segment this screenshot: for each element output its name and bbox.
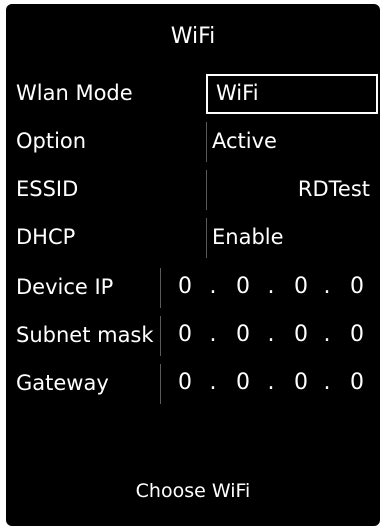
- ip-octet[interactable]: 0: [174, 274, 196, 299]
- gateway-row: Gateway 0 . 0 . 0 . 0: [6, 364, 380, 404]
- ip-octet[interactable]: 0: [232, 322, 254, 347]
- essid-value[interactable]: RDTest: [298, 177, 370, 201]
- wlan-mode-row: Wlan Mode WiFi: [6, 74, 380, 114]
- wlan-mode-value: WiFi: [216, 81, 259, 105]
- wlan-mode-label: Wlan Mode: [16, 81, 133, 105]
- subnet-mask-row: Subnet mask 0 . 0 . 0 . 0: [6, 316, 380, 356]
- option-value[interactable]: Active: [212, 129, 277, 153]
- ip-octet[interactable]: 0: [290, 274, 312, 299]
- divider: [160, 316, 161, 356]
- ip-dot: .: [209, 322, 217, 347]
- ip-octet[interactable]: 0: [346, 370, 368, 395]
- dhcp-row: DHCP Enable: [6, 218, 380, 258]
- option-label: Option: [16, 129, 87, 153]
- ip-dot: .: [267, 370, 275, 395]
- ip-octet[interactable]: 0: [174, 322, 196, 347]
- ip-dot: .: [209, 274, 217, 299]
- ip-dot: .: [323, 274, 331, 299]
- ip-dot: .: [267, 322, 275, 347]
- ip-octet[interactable]: 0: [346, 322, 368, 347]
- gateway-input[interactable]: 0 . 0 . 0 . 0: [166, 370, 376, 400]
- ip-octet[interactable]: 0: [290, 370, 312, 395]
- ip-octet[interactable]: 0: [232, 370, 254, 395]
- dhcp-value[interactable]: Enable: [212, 225, 284, 249]
- divider: [206, 218, 207, 258]
- dhcp-label: DHCP: [16, 225, 76, 249]
- divider: [206, 122, 207, 162]
- gateway-label: Gateway: [16, 371, 109, 395]
- ip-octet[interactable]: 0: [174, 370, 196, 395]
- divider: [160, 268, 161, 308]
- option-row: Option Active: [6, 122, 380, 162]
- ip-octet[interactable]: 0: [232, 274, 254, 299]
- page-title: WiFi: [170, 24, 216, 49]
- ip-dot: .: [209, 370, 217, 395]
- subnet-mask-input[interactable]: 0 . 0 . 0 . 0: [166, 322, 376, 352]
- ip-octet[interactable]: 0: [346, 274, 368, 299]
- choose-wifi-button[interactable]: Choose WiFi: [6, 480, 380, 502]
- divider: [160, 364, 161, 404]
- subnet-mask-label: Subnet mask: [16, 323, 154, 347]
- essid-label: ESSID: [16, 177, 79, 201]
- ip-dot: .: [267, 274, 275, 299]
- ip-dot: .: [323, 370, 331, 395]
- device-ip-label: Device IP: [16, 275, 114, 299]
- essid-row: ESSID RDTest: [6, 170, 380, 210]
- ip-octet[interactable]: 0: [290, 322, 312, 347]
- ip-dot: .: [323, 322, 331, 347]
- wlan-mode-select[interactable]: WiFi: [206, 74, 378, 114]
- wifi-settings-screen: WiFi Wlan Mode WiFi Option Active ESSID …: [6, 4, 380, 526]
- device-ip-input[interactable]: 0 . 0 . 0 . 0: [166, 274, 376, 304]
- divider: [206, 170, 207, 210]
- device-ip-row: Device IP 0 . 0 . 0 . 0: [6, 268, 380, 308]
